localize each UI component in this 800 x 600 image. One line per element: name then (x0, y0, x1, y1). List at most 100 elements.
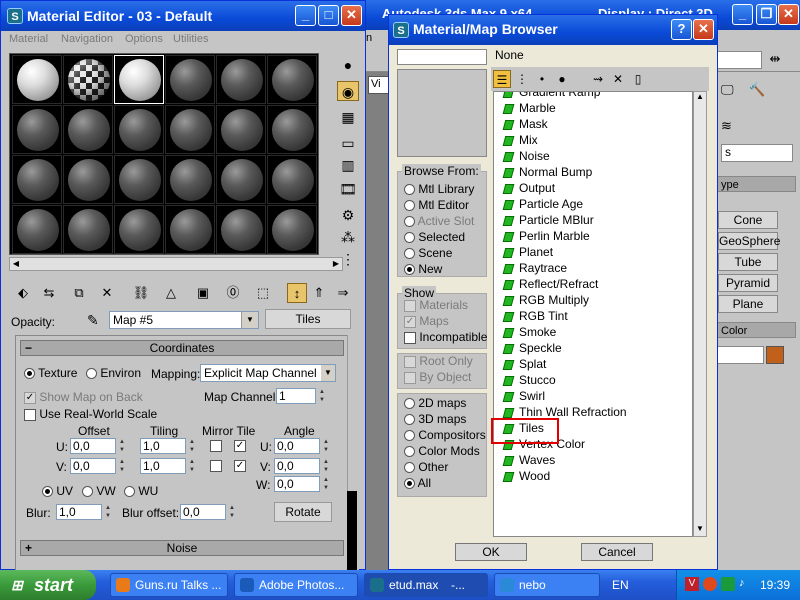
show-end-result-icon[interactable]: ↕ (287, 283, 307, 303)
list-scroll-up[interactable]: ▲ (694, 92, 706, 104)
map-list-scrollbar[interactable]: ▲ ▼ (693, 91, 707, 537)
tube-button[interactable]: Tube (718, 253, 778, 271)
utilities-icon[interactable]: 🔨 (749, 82, 767, 100)
list-item[interactable]: Speckle (502, 340, 562, 356)
speaker-icon[interactable]: ♪ (739, 577, 753, 591)
blur-offset-spinner[interactable]: 0,0 (180, 504, 226, 520)
list-item[interactable]: Particle Age (502, 196, 583, 212)
list-item[interactable]: Perlin Marble (502, 228, 590, 244)
u-tile-checkbox[interactable]: ✓ (234, 440, 246, 452)
spacewarps-icon[interactable]: ≋ (721, 118, 739, 136)
sample-slot[interactable] (63, 155, 113, 204)
browser-name-field[interactable] (397, 49, 487, 65)
sample-slot[interactable] (114, 105, 164, 154)
list-item[interactable]: Reflect/Refract (502, 276, 598, 292)
category-all[interactable]: All (404, 476, 431, 490)
menu-options[interactable]: Options (125, 33, 163, 45)
view-list-icon[interactable]: ☰ (493, 70, 511, 88)
sample-slot[interactable] (267, 205, 317, 254)
3d-maps-radio[interactable] (404, 414, 415, 426)
go-to-parent-icon[interactable]: ⇑ (309, 283, 329, 303)
v-angle-arrows[interactable]: ▲ ▼ (322, 458, 330, 474)
mapping-dropdown[interactable]: Explicit Map Channel ▼ (200, 364, 336, 382)
reset-map-icon[interactable]: ✕ (97, 283, 117, 303)
me-close-button[interactable]: ✕ (341, 5, 362, 26)
sample-slot[interactable] (216, 105, 266, 154)
coordinates-header[interactable]: − Coordinates (20, 340, 344, 356)
v-offset-arrows[interactable]: ▲ ▼ (118, 458, 126, 474)
sample-slot[interactable] (267, 105, 317, 154)
geosphere-button[interactable]: GeoSphere (718, 232, 780, 250)
max-close-button[interactable]: ✕ (778, 4, 799, 25)
sample-slots-scrollbar[interactable]: ◀ ▶ (9, 257, 343, 271)
v-offset-spinner[interactable]: 0,0 (70, 458, 116, 474)
update-scene-materials-icon[interactable]: ⇝ (589, 70, 607, 88)
selected-radio[interactable] (404, 232, 415, 244)
noise-header[interactable]: + Noise (20, 540, 344, 556)
map-type-button[interactable]: Tiles (265, 309, 351, 329)
compositors-radio[interactable] (404, 430, 415, 442)
sample-type-icon[interactable]: ● (337, 55, 359, 75)
list-scroll-down[interactable]: ▼ (694, 524, 706, 536)
browse-selected[interactable]: Selected (404, 230, 465, 244)
sample-slot[interactable] (216, 205, 266, 254)
u-angle-spinner[interactable]: 0,0 (274, 438, 320, 454)
view-large-icons-icon[interactable]: ● (553, 70, 571, 88)
show-map-in-viewport-icon[interactable]: ⬚ (253, 283, 273, 303)
sample-slot[interactable] (114, 155, 164, 204)
ok-button[interactable]: OK (455, 543, 527, 561)
list-item[interactable]: Mask (502, 116, 548, 132)
object-category-dropdown[interactable]: s (721, 144, 793, 162)
task-3dsmax[interactable]: etud.max -... (364, 573, 488, 597)
browse-mtl-editor[interactable]: Mtl Editor (404, 198, 469, 212)
other-radio[interactable] (404, 462, 415, 474)
mirror-icon[interactable]: ⇹ (766, 51, 784, 69)
browse-scene[interactable]: Scene (404, 246, 452, 260)
map-channel-spinner[interactable]: 1 (276, 388, 316, 404)
category-3d-maps[interactable]: 3D maps (404, 412, 466, 426)
show-materials[interactable]: Materials (404, 298, 468, 312)
sample-slot[interactable] (63, 105, 113, 154)
w-angle-spinner[interactable]: 0,0 (274, 476, 320, 492)
uv-option[interactable]: UV (42, 484, 73, 498)
list-item[interactable]: Marble (502, 100, 556, 116)
rollout-scroll-thumb[interactable] (347, 491, 357, 571)
me-maximize-button[interactable]: □ (318, 5, 339, 26)
make-preview-icon[interactable]: 🎞 (337, 179, 359, 199)
list-item[interactable]: Waves (502, 452, 555, 468)
sample-slot[interactable] (165, 105, 215, 154)
list-item[interactable]: Planet (502, 244, 553, 260)
all-radio[interactable] (404, 478, 415, 490)
mapping-dropdown-arrow[interactable]: ▼ (321, 365, 335, 381)
vw-radio[interactable] (82, 486, 93, 498)
name-color-header[interactable]: Color (716, 322, 796, 338)
map-channel-arrows[interactable]: ▲ ▼ (318, 388, 326, 404)
tray-app-icon[interactable] (703, 577, 717, 591)
browser-help-button[interactable]: ? (671, 19, 692, 40)
antivirus-icon[interactable]: V (685, 577, 699, 591)
u-mirror-checkbox[interactable] (210, 440, 222, 452)
video-color-check-icon[interactable]: ▥ (337, 155, 359, 175)
v-angle-spinner[interactable]: 0,0 (274, 458, 320, 474)
list-item[interactable]: Splat (502, 356, 546, 372)
sample-slot[interactable] (165, 205, 215, 254)
list-item[interactable]: Normal Bump (502, 164, 592, 180)
browser-close-button[interactable]: ✕ (693, 19, 714, 40)
v-tiling-arrows[interactable]: ▲ ▼ (188, 458, 196, 474)
sample-slot[interactable] (165, 55, 215, 104)
map-type-list[interactable]: Gradient Ramp Marble Mask Mix Noise Normal Bu… (493, 91, 693, 537)
blur-arrows[interactable]: ▲ ▼ (104, 504, 112, 520)
show-incompatible[interactable]: Incompatible (404, 330, 487, 344)
cancel-button[interactable]: Cancel (581, 543, 653, 561)
object-name-field[interactable] (716, 346, 764, 364)
pyramid-button[interactable]: Pyramid (718, 274, 778, 292)
options-icon[interactable]: ⚙ (337, 205, 359, 225)
v-tiling-spinner[interactable]: 1,0 (140, 458, 186, 474)
display-icon[interactable]: 🖵 (721, 82, 739, 100)
list-item[interactable]: Noise (502, 148, 550, 164)
list-item[interactable]: Output (502, 180, 555, 196)
menu-material[interactable]: Material (9, 33, 48, 45)
blur-offset-arrows[interactable]: ▲ ▼ (228, 504, 236, 520)
pick-material-icon[interactable]: ✎ (87, 312, 99, 329)
maps-checkbox[interactable]: ✓ (404, 315, 416, 328)
